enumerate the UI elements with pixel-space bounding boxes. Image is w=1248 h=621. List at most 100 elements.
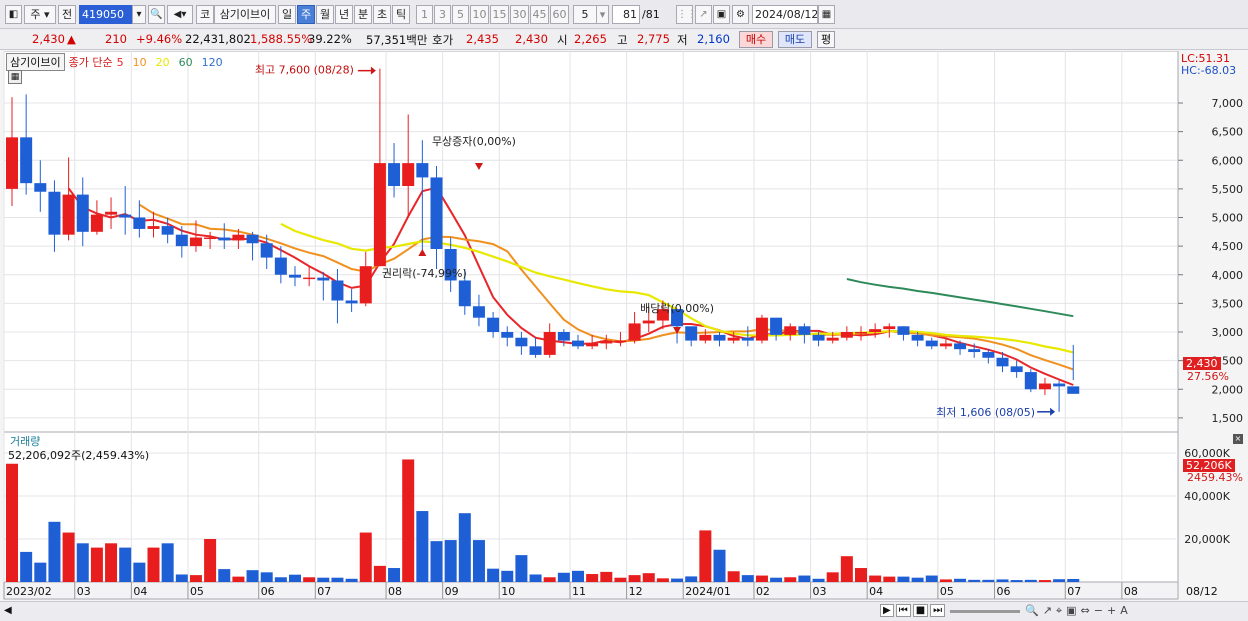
candle-body[interactable] bbox=[826, 337, 839, 341]
close-icon[interactable]: × bbox=[1233, 434, 1243, 444]
candle-body[interactable] bbox=[770, 317, 783, 335]
date-input[interactable]: 2024/08/12 bbox=[752, 5, 818, 24]
volume-bar[interactable] bbox=[543, 577, 556, 582]
volume-bar[interactable] bbox=[798, 575, 811, 582]
ma-legend-5[interactable]: 5 bbox=[117, 56, 124, 69]
candle-body[interactable] bbox=[600, 340, 613, 344]
volume-bar[interactable] bbox=[614, 577, 627, 582]
minute-option-30[interactable]: 30 bbox=[510, 5, 529, 24]
ma-legend-120[interactable]: 120 bbox=[202, 56, 223, 69]
grid-toggle-icon[interactable]: ▦ bbox=[8, 70, 22, 84]
search-icon[interactable]: 🔍 bbox=[148, 5, 165, 24]
candle-body[interactable] bbox=[529, 346, 542, 355]
candle-body[interactable] bbox=[543, 332, 556, 355]
candle-body[interactable] bbox=[1024, 372, 1037, 390]
code-dropdown-icon[interactable]: ▾ bbox=[132, 5, 146, 24]
candle-body[interactable] bbox=[515, 337, 528, 347]
interval-button-1[interactable]: 주 bbox=[297, 5, 315, 24]
volume-bar[interactable] bbox=[345, 578, 358, 582]
candle-body[interactable] bbox=[402, 163, 415, 187]
candle-body[interactable] bbox=[840, 332, 853, 338]
volume-bar[interactable] bbox=[175, 574, 188, 582]
volume-bar[interactable] bbox=[812, 578, 825, 582]
volume-bar[interactable] bbox=[968, 579, 981, 582]
candle-body[interactable] bbox=[501, 332, 514, 338]
font-size-icon[interactable]: A bbox=[1120, 604, 1128, 618]
volume-bar[interactable] bbox=[501, 570, 514, 582]
candle-body[interactable] bbox=[727, 337, 740, 341]
candle-body[interactable] bbox=[260, 243, 273, 258]
ma-legend-60[interactable]: 60 bbox=[179, 56, 193, 69]
volume-bar[interactable] bbox=[954, 578, 967, 582]
window-icon[interactable]: ◧ bbox=[5, 5, 22, 24]
volume-bar[interactable] bbox=[331, 577, 344, 582]
volume-bar[interactable] bbox=[727, 571, 740, 582]
volume-bar[interactable] bbox=[869, 575, 882, 582]
volume-bar[interactable] bbox=[6, 463, 18, 582]
candle-body[interactable] bbox=[48, 191, 61, 235]
candle-body[interactable] bbox=[458, 280, 471, 307]
volume-bar[interactable] bbox=[260, 572, 273, 582]
volume-bar[interactable] bbox=[472, 540, 485, 582]
candle-body[interactable] bbox=[883, 326, 896, 330]
market-button[interactable]: 전 bbox=[58, 5, 76, 24]
buy-button[interactable]: 매수 bbox=[739, 31, 773, 48]
code-input[interactable]: 419050 bbox=[79, 5, 132, 24]
calendar-icon[interactable]: ▦ bbox=[818, 5, 835, 24]
volume-bar[interactable] bbox=[218, 569, 231, 582]
gear-icon[interactable]: ⚙ bbox=[732, 5, 749, 24]
volume-bar[interactable] bbox=[232, 576, 245, 582]
candle-body[interactable] bbox=[317, 277, 330, 281]
rewind-icon[interactable]: ⏮ bbox=[895, 604, 911, 617]
candle-body[interactable] bbox=[954, 343, 967, 350]
interval-button-0[interactable]: 일 bbox=[278, 5, 296, 24]
market-mode-button[interactable]: 코 bbox=[196, 5, 214, 24]
stock-name-field[interactable]: 삼기이브이 bbox=[214, 5, 276, 24]
volume-bar[interactable] bbox=[373, 565, 386, 582]
candle-body[interactable] bbox=[755, 317, 768, 341]
volume-bar[interactable] bbox=[628, 575, 641, 582]
volume-bar[interactable] bbox=[1053, 579, 1066, 582]
candle-body[interactable] bbox=[20, 137, 33, 184]
volume-bar[interactable] bbox=[685, 576, 698, 582]
count-dropdown-icon[interactable]: ▾ bbox=[596, 5, 609, 24]
candle-body[interactable] bbox=[34, 183, 47, 192]
volume-bar[interactable] bbox=[147, 547, 160, 582]
candle-body[interactable] bbox=[741, 337, 754, 341]
candle-body[interactable] bbox=[76, 194, 89, 232]
volume-bar[interactable] bbox=[925, 575, 938, 582]
candle-body[interactable] bbox=[487, 317, 500, 332]
volume-bar[interactable] bbox=[883, 576, 896, 582]
volume-bar[interactable] bbox=[897, 576, 910, 582]
candle-body[interactable] bbox=[6, 137, 18, 189]
candle-body[interactable] bbox=[133, 217, 146, 229]
candle-body[interactable] bbox=[1038, 383, 1051, 390]
interval-button-3[interactable]: 년 bbox=[335, 5, 353, 24]
speaker-icon[interactable]: ◀▾ bbox=[167, 5, 193, 24]
candle-body[interactable] bbox=[925, 340, 938, 347]
volume-bar[interactable] bbox=[402, 459, 415, 582]
volume-bar[interactable] bbox=[1024, 579, 1037, 582]
chart-scrollbar[interactable]: ◀ ▶ ⏮ ■ ⏭ 🔍 ↗ ⌖ ▣ ⇔ − + A bbox=[0, 601, 1248, 621]
volume-bar[interactable] bbox=[699, 530, 712, 582]
candle-body[interactable] bbox=[472, 306, 485, 318]
volume-bar[interactable] bbox=[1067, 578, 1080, 582]
interval-button-5[interactable]: 초 bbox=[373, 5, 391, 24]
candle-body[interactable] bbox=[869, 329, 882, 332]
volume-bar[interactable] bbox=[741, 575, 754, 582]
candle-body[interactable] bbox=[175, 234, 188, 247]
volume-bar[interactable] bbox=[982, 579, 995, 582]
volume-bar[interactable] bbox=[529, 574, 542, 582]
volume-bar[interactable] bbox=[755, 575, 768, 582]
candle-body[interactable] bbox=[897, 326, 910, 335]
volume-bar[interactable] bbox=[20, 551, 33, 582]
candle-body[interactable] bbox=[303, 277, 316, 280]
candle-body[interactable] bbox=[289, 274, 301, 278]
candle-body[interactable] bbox=[572, 340, 584, 347]
zoom-in-icon[interactable]: 🔍 bbox=[1025, 604, 1039, 618]
candle-body[interactable] bbox=[147, 226, 160, 229]
volume-bar[interactable] bbox=[911, 577, 924, 582]
volume-bar[interactable] bbox=[274, 577, 287, 582]
candle-body[interactable] bbox=[699, 334, 712, 341]
count-input[interactable]: 81 bbox=[612, 5, 640, 24]
